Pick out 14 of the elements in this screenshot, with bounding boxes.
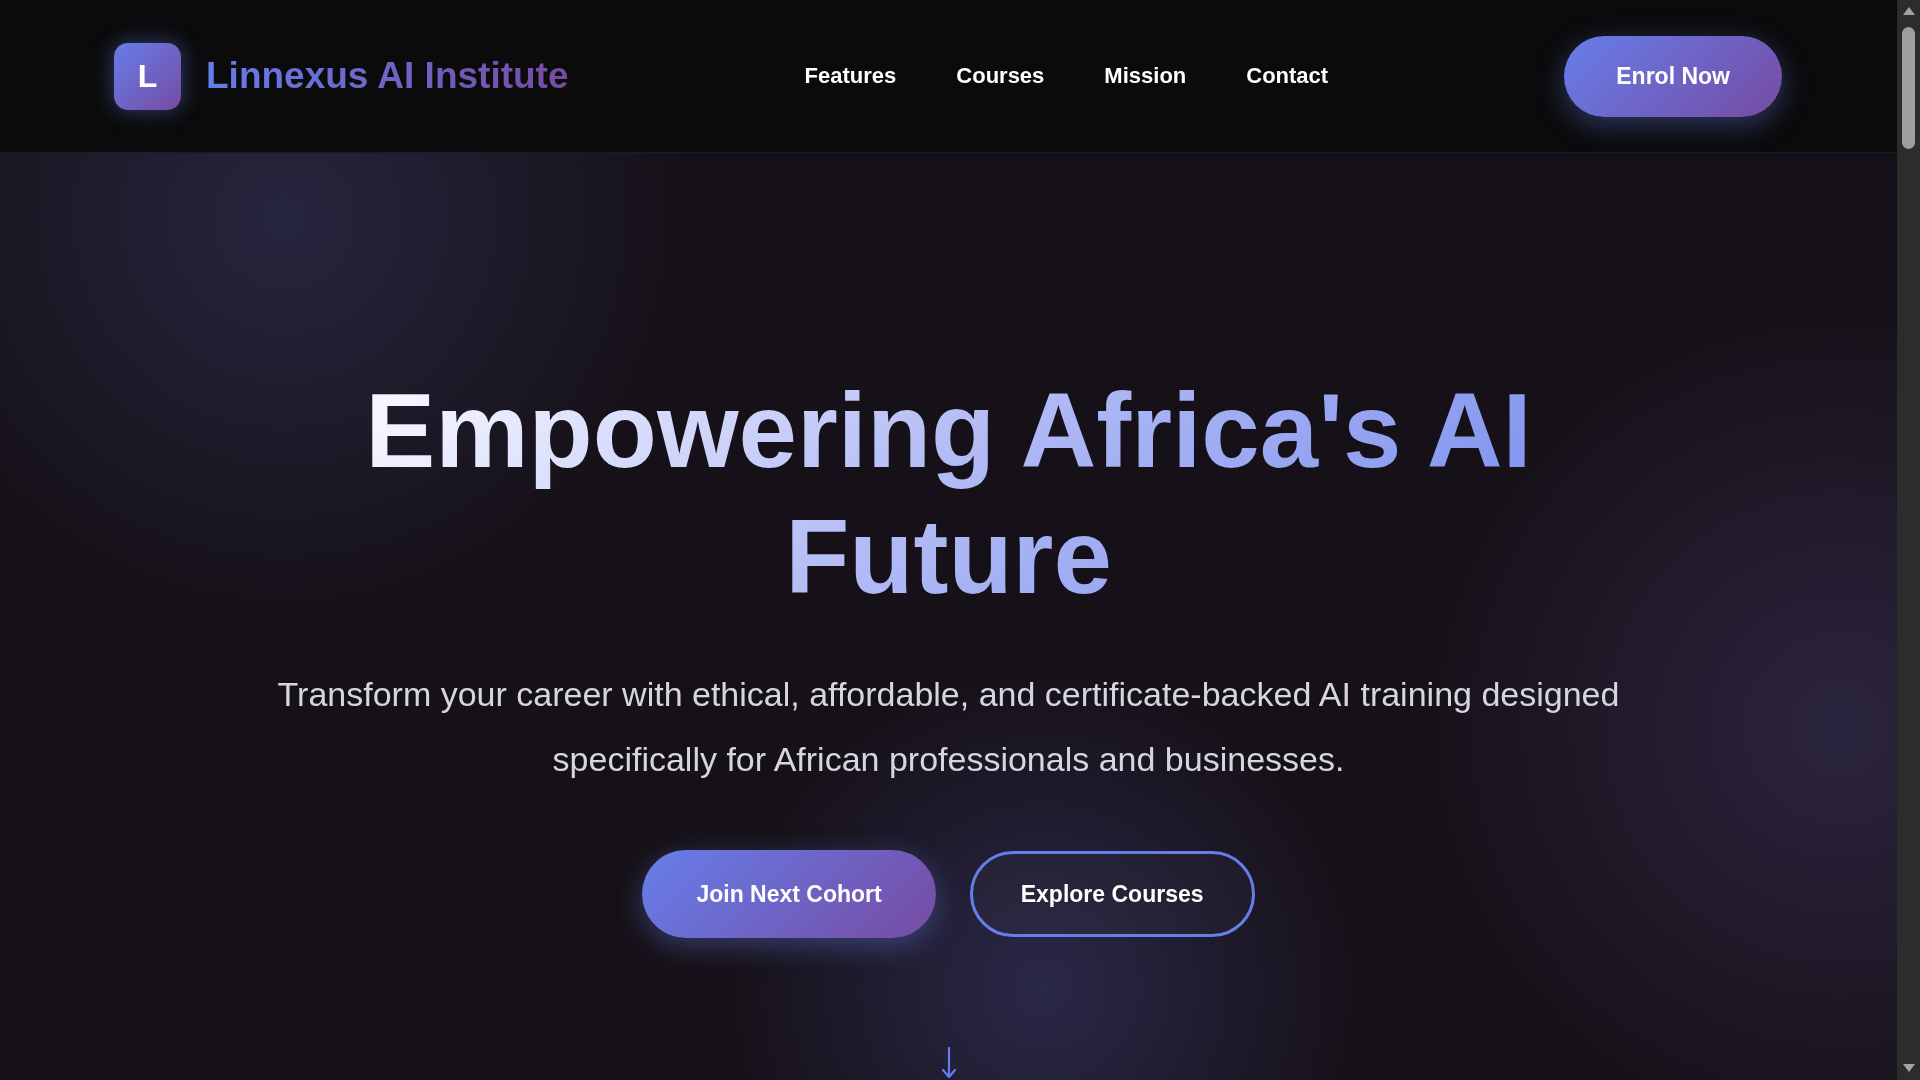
secondary-button[interactable]: Explore Courses	[969, 851, 1255, 937]
nav-link[interactable]: Contact	[1246, 63, 1329, 89]
scroll-up-icon[interactable]	[1902, 7, 1915, 15]
cta-button[interactable]: Join Next Cohort	[642, 850, 936, 938]
scrollbar[interactable]	[1897, 0, 1920, 1080]
scroll-down-icon[interactable]	[1902, 1064, 1915, 1072]
hero-subtitle: Transform your career with ethical, affordable, and certificate-backed AI training designed specifically for African professionals and businesses.	[276, 674, 1621, 780]
logo[interactable]: L	[114, 42, 181, 110]
nav-link[interactable]: Mission	[1104, 63, 1187, 89]
enrol-button[interactable]: Enrol Now	[1564, 35, 1782, 117]
nav-link[interactable]: Features	[804, 63, 897, 89]
arrow-down-icon[interactable]	[940, 1047, 957, 1079]
scrollbar-thumb[interactable]	[1902, 27, 1915, 149]
nav-link[interactable]: Courses	[956, 63, 1045, 89]
